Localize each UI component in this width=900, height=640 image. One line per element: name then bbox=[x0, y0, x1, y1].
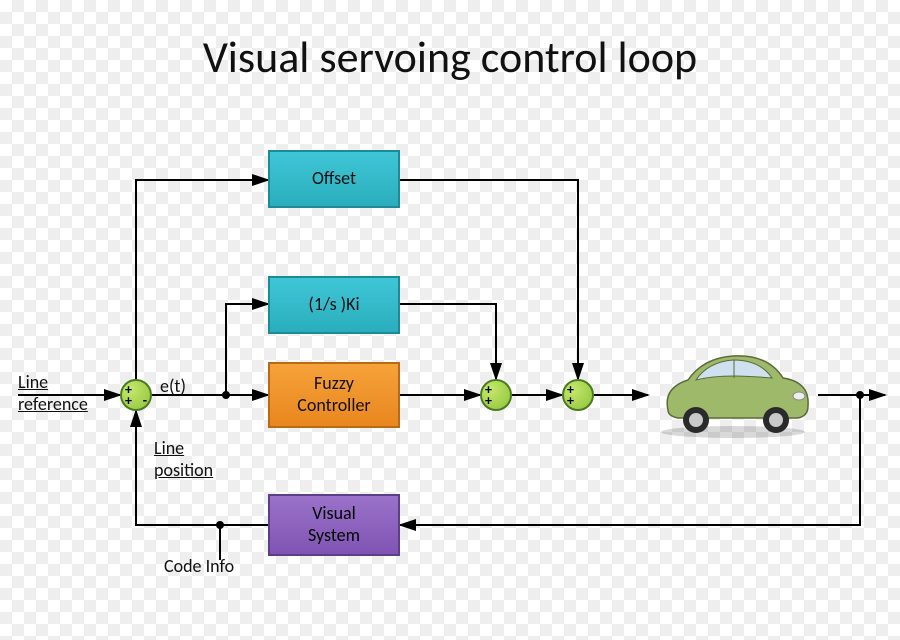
plant-car bbox=[648, 340, 818, 440]
sum-node-inner: + + bbox=[480, 379, 512, 411]
block-fuzzy-controller: Fuzzy Controller bbox=[268, 362, 400, 428]
label-error: e(t) bbox=[160, 376, 186, 398]
block-ki: (1/s )Ki bbox=[268, 276, 400, 334]
block-visual-system: Visual System bbox=[268, 494, 400, 556]
label-line-position: Line position bbox=[154, 438, 213, 481]
sum-node-outer: + + bbox=[562, 379, 594, 411]
sum-node-error: + + - bbox=[120, 379, 152, 411]
label-line-reference: Line reference bbox=[18, 372, 88, 415]
block-offset: Offset bbox=[268, 150, 400, 208]
diagram-title: Visual servoing control loop bbox=[0, 30, 900, 84]
wire-layer bbox=[0, 0, 900, 640]
label-code-info: Code Info bbox=[164, 556, 234, 578]
